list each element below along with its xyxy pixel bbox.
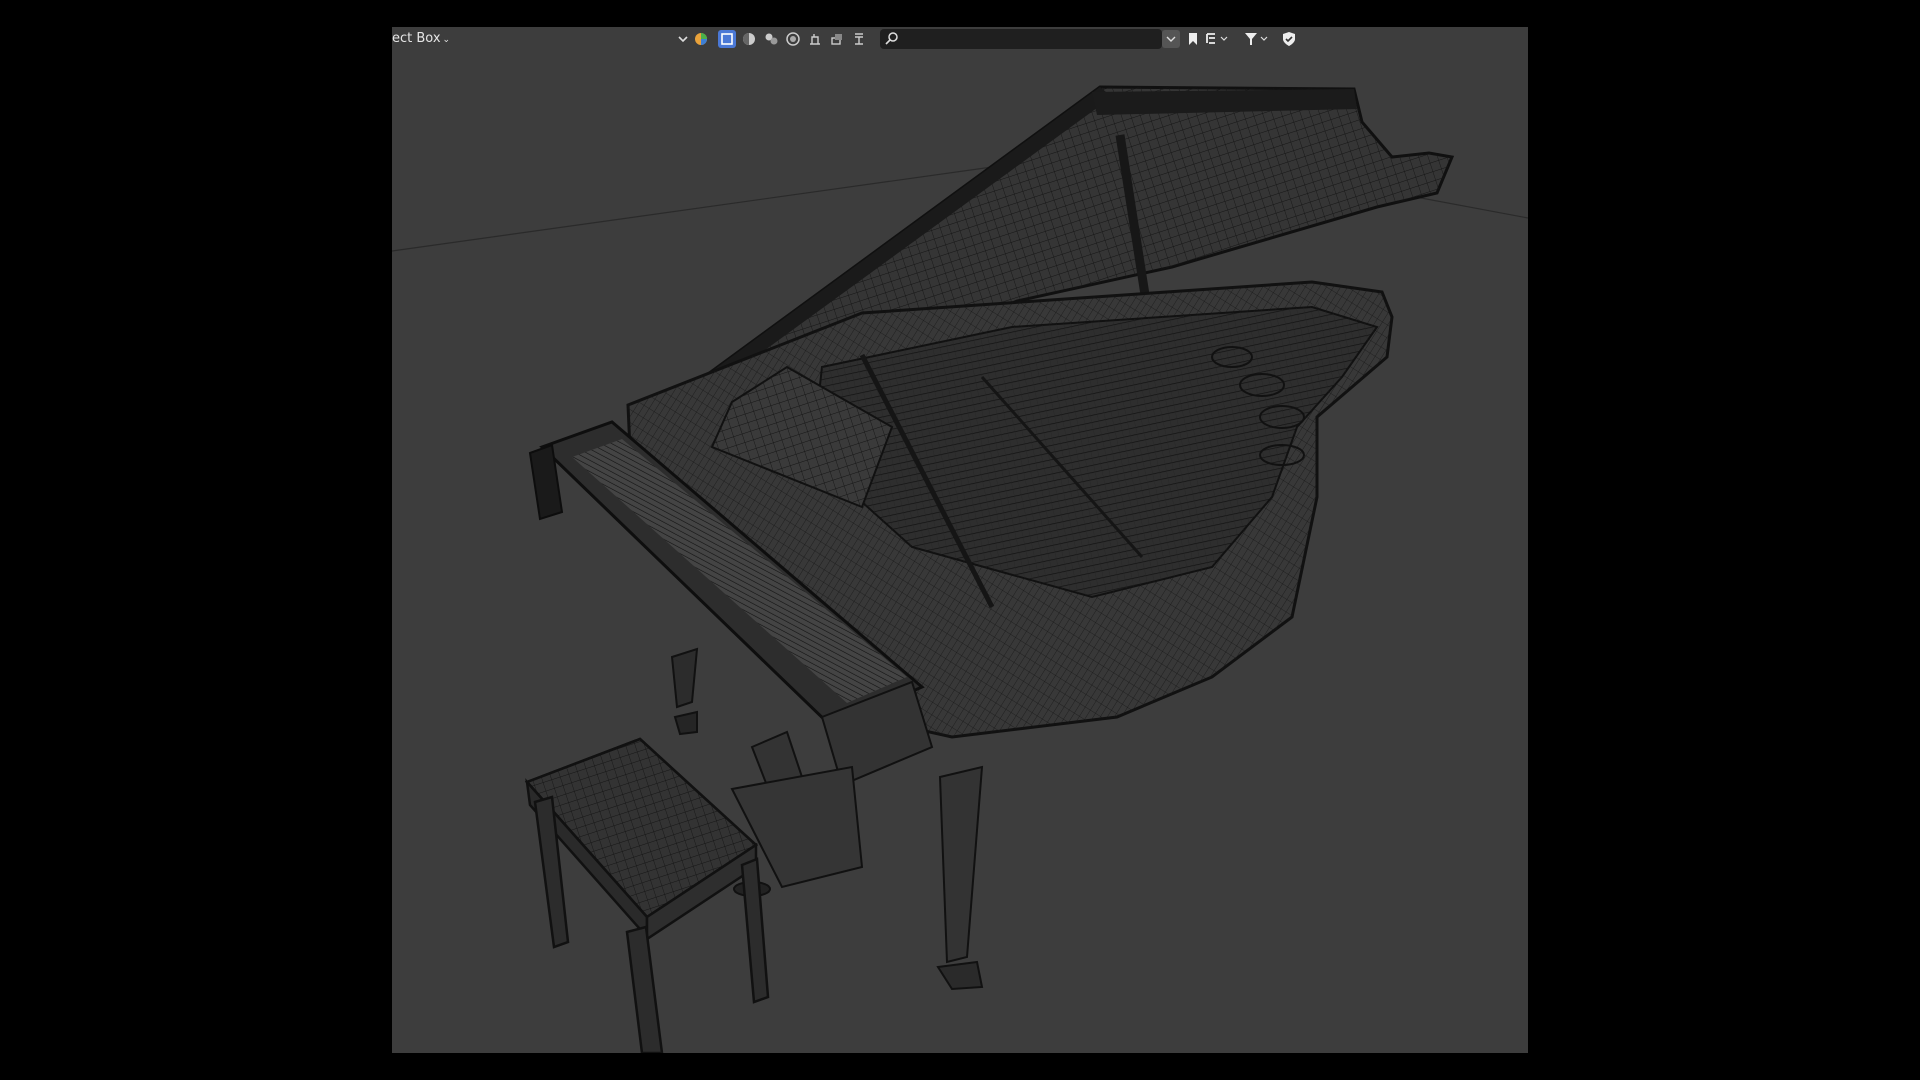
select-box-icon[interactable] (718, 30, 736, 48)
tool-icon-a[interactable] (806, 30, 824, 48)
search-input[interactable] (904, 30, 1158, 48)
search-field[interactable] (880, 29, 1162, 49)
tool-icon-b[interactable] (828, 30, 846, 48)
tool-icon-c[interactable] (850, 30, 868, 48)
shield-check-icon[interactable] (1280, 30, 1298, 48)
render-engine-icon[interactable] (692, 30, 710, 48)
collapse-icon[interactable] (1162, 30, 1180, 48)
piano-bench (524, 737, 770, 1053)
viewport-header: ect Box ⌄ (392, 27, 1528, 51)
select-mode-label: ect Box (392, 31, 441, 46)
select-mode-dropdown[interactable]: ect Box ⌄ (392, 31, 450, 46)
viewport-shading-solid-icon[interactable] (740, 30, 758, 48)
mode-dropdown-chevron-icon[interactable] (674, 30, 692, 48)
material-preview-icon[interactable] (762, 30, 780, 48)
3d-viewport[interactable]: ect Box ⌄ (392, 27, 1528, 1053)
filter-icon[interactable] (1242, 30, 1272, 48)
rendered-shading-icon[interactable] (784, 30, 802, 48)
layout-icon[interactable] (1204, 30, 1234, 48)
search-icon (884, 31, 900, 51)
chevron-down-icon: ⌄ (442, 35, 451, 45)
wireframe-scene[interactable] (392, 27, 1528, 1053)
bookmark-icon[interactable] (1184, 30, 1202, 48)
